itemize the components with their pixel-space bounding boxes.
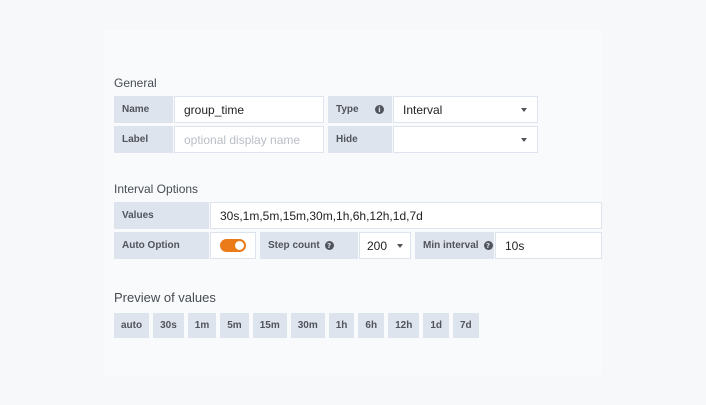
label-label: Label — [114, 126, 174, 153]
preview-chip: auto — [114, 313, 150, 338]
min-interval-input[interactable]: 10s — [495, 232, 602, 259]
question-icon[interactable]: ? — [483, 241, 493, 250]
chevron-down-icon — [521, 137, 527, 142]
name-input[interactable]: group_time — [174, 96, 324, 123]
type-select-value: Interval — [403, 102, 443, 117]
preview-section-title: Preview of values — [114, 290, 216, 305]
chevron-down-icon — [521, 107, 527, 112]
preview-chip: 7d — [452, 313, 479, 338]
interval-auto-row: Auto Option Step count ? 200 Min interva… — [114, 232, 602, 259]
type-label-text: Type — [336, 104, 359, 115]
min-interval-label: Min interval ? — [415, 232, 495, 259]
interval-values-row: Values 30s,1m,5m,15m,30m,1h,6h,12h,1d,7d — [114, 202, 602, 229]
label-input[interactable]: optional display name — [174, 126, 324, 153]
hide-select[interactable] — [393, 126, 538, 153]
general-section-title: General — [114, 76, 157, 90]
question-icon[interactable]: ? — [324, 241, 334, 250]
preview-chip: 1h — [328, 313, 355, 338]
step-count-select[interactable]: 200 — [359, 232, 411, 259]
hide-label: Hide — [328, 126, 393, 153]
name-label: Name — [114, 96, 174, 123]
general-row-label-hide: Label optional display name Hide — [114, 126, 538, 153]
info-icon[interactable]: i — [375, 105, 384, 114]
preview-chips: auto 30s 1m 5m 15m 30m 1h 6h 12h 1d 7d — [114, 313, 479, 338]
preview-chip: 1m — [187, 313, 217, 338]
interval-options-section-title: Interval Options — [114, 182, 199, 196]
min-interval-label-text: Min interval — [423, 240, 479, 251]
type-label: Type i — [328, 96, 393, 123]
step-count-label-text: Step count — [268, 240, 320, 251]
type-select[interactable]: Interval — [393, 96, 538, 123]
toggle-knob — [235, 241, 244, 250]
auto-option-label: Auto Option — [114, 232, 210, 259]
preview-chip: 6h — [358, 313, 385, 338]
step-count-label: Step count ? — [260, 232, 359, 259]
preview-chip: 5m — [220, 313, 249, 338]
general-row-name-type: Name group_time Type i Interval — [114, 96, 538, 123]
values-input[interactable]: 30s,1m,5m,15m,30m,1h,6h,12h,1d,7d — [210, 202, 602, 229]
preview-chip: 1d — [423, 313, 449, 338]
chevron-down-icon — [397, 243, 403, 248]
preview-chip: 15m — [252, 313, 287, 338]
preview-chip: 30s — [153, 313, 184, 338]
preview-chip: 30m — [290, 313, 325, 338]
auto-option-toggle[interactable] — [220, 239, 246, 252]
auto-option-toggle-cell — [210, 232, 256, 259]
preview-chip: 12h — [388, 313, 420, 338]
values-label: Values — [114, 202, 210, 229]
step-count-value: 200 — [367, 238, 388, 253]
